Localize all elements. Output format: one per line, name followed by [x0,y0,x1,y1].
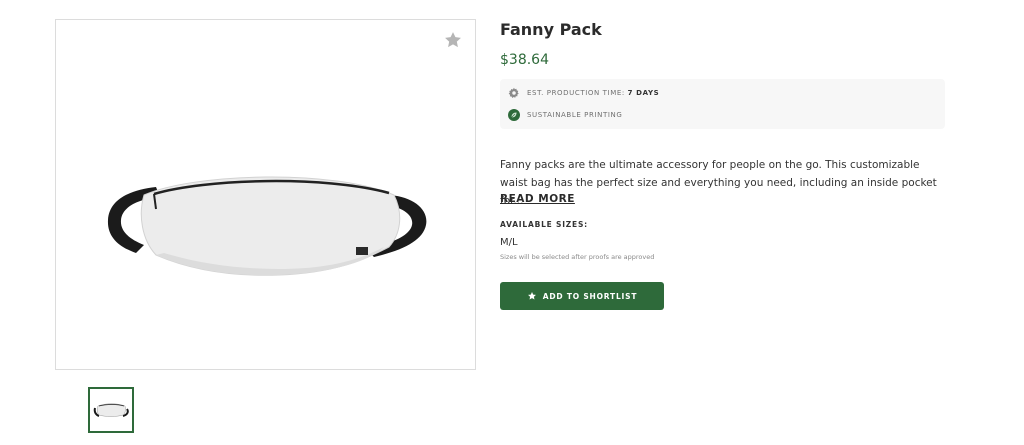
production-time-label: EST. PRODUCTION TIME: 7 DAYS [527,89,660,97]
product-thumbnail-image [93,403,129,417]
size-value: M/L [500,237,518,248]
sustainable-printing-label: SUSTAINABLE PRINTING [527,111,623,119]
production-time-row: EST. PRODUCTION TIME: 7 DAYS [508,86,659,100]
product-details: Fanny Pack $38.64 EST. PRODUCTION TIME: … [500,18,950,310]
sizes-note: Sizes will be selected after proofs are … [500,253,655,261]
read-more-link[interactable]: READ MORE [500,192,575,206]
product-title: Fanny Pack [500,20,602,39]
leaf-icon [508,109,520,121]
available-sizes-label: AVAILABLE SIZES: [500,220,588,229]
star-icon [527,292,536,300]
product-price: $38.64 [500,52,549,68]
add-to-shortlist-button[interactable]: ADD TO SHORTLIST [500,282,664,310]
product-image [107,176,427,276]
sustainable-printing-row: SUSTAINABLE PRINTING [508,108,622,122]
add-to-shortlist-label: ADD TO SHORTLIST [542,291,638,301]
gear-icon [508,87,519,98]
product-image-frame [55,19,476,370]
star-icon[interactable] [443,30,463,50]
product-info-box: EST. PRODUCTION TIME: 7 DAYS SUSTAINABLE… [500,79,945,129]
product-thumbnail[interactable] [88,387,134,433]
production-time-value: 7 DAYS [627,89,660,97]
